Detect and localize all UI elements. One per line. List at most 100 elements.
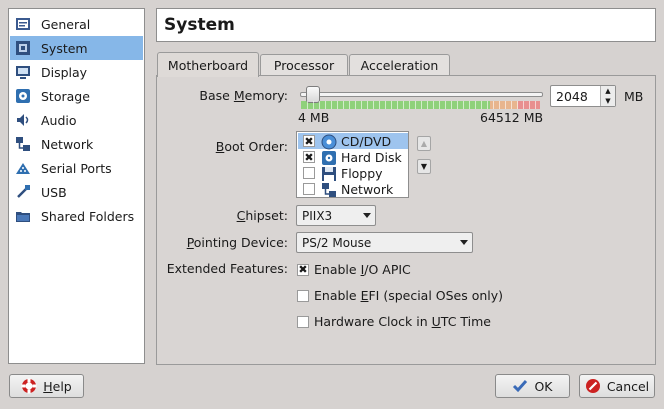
page-title: System xyxy=(156,8,656,42)
slider-tick xyxy=(481,101,482,109)
move-down-button[interactable]: ▼ xyxy=(417,159,431,174)
tab-motherboard[interactable]: Motherboard xyxy=(157,52,259,77)
memory-value: 2048 xyxy=(556,88,588,104)
pointing-device-value: PS/2 Mouse xyxy=(302,235,372,250)
tab-motherboard-label: Motherboard xyxy=(167,57,249,73)
boot-item-hard-disk[interactable]: ✖ Hard Disk xyxy=(298,149,408,165)
general-icon xyxy=(15,16,32,33)
memory-spinbox[interactable]: 2048 ▲ ▼ xyxy=(550,85,616,107)
help-lifebuoy-icon xyxy=(21,378,37,394)
memory-max-label: 64512 MB xyxy=(480,110,544,125)
utc-clock-checkbox[interactable]: Hardware Clock in UTC Time xyxy=(297,314,491,329)
memory-slider-track[interactable] xyxy=(300,92,543,97)
slider-tick xyxy=(325,101,326,109)
ok-button[interactable]: OK xyxy=(495,374,570,398)
boot-item-label: Network xyxy=(341,181,394,197)
slider-tick xyxy=(403,101,404,109)
chipset-select[interactable]: PIIX3 xyxy=(296,205,376,226)
chipset-label: Chipset: xyxy=(236,208,288,223)
cancel-label: Cancel xyxy=(606,378,650,394)
chevron-down-icon xyxy=(460,240,468,245)
slider-tick xyxy=(529,101,530,109)
pointing-device-select[interactable]: PS/2 Mouse xyxy=(296,232,473,253)
slider-tick xyxy=(313,101,314,109)
audio-speaker-icon xyxy=(15,112,32,129)
arrow-up-icon: ▲ xyxy=(420,139,428,148)
sidebar-item-label: USB xyxy=(41,184,67,200)
chipset-value: PIIX3 xyxy=(302,208,333,223)
tab-processor[interactable]: Processor xyxy=(260,54,348,76)
slider-tick xyxy=(523,101,524,109)
enable-efi-checkbox[interactable]: Enable EFI (special OSes only) xyxy=(297,288,503,303)
sidebar-item-shared-folders[interactable]: Shared Folders xyxy=(10,204,143,228)
sidebar-item-label: Network xyxy=(41,136,94,152)
slider-tick xyxy=(457,101,458,109)
checkmark-icon xyxy=(513,380,528,393)
memory-unit-label: MB xyxy=(624,89,644,104)
slider-tick xyxy=(499,101,500,109)
enable-io-apic-checkbox[interactable]: ✖ Enable I/O APIC xyxy=(297,262,411,277)
settings-sidebar: General System Display Storage Audio Network S… xyxy=(8,8,145,364)
boot-item-cd-dvd[interactable]: ✖ CD/DVD xyxy=(298,133,408,149)
sidebar-item-label: Shared Folders xyxy=(41,208,135,224)
sidebar-item-audio[interactable]: Audio xyxy=(10,108,143,132)
spin-up-icon[interactable]: ▲ xyxy=(601,86,615,96)
sidebar-item-storage[interactable]: Storage xyxy=(10,84,143,108)
slider-tick xyxy=(391,101,392,109)
page-title-text: System xyxy=(164,15,235,35)
slider-tick xyxy=(463,101,464,109)
slider-tick xyxy=(307,101,308,109)
memory-min-label: 4 MB xyxy=(298,110,330,125)
boot-item-floppy[interactable]: Floppy xyxy=(298,165,408,181)
tab-processor-label: Processor xyxy=(273,58,335,73)
display-monitor-icon xyxy=(15,64,32,81)
checkbox-box[interactable]: ✖ xyxy=(297,263,309,276)
shared-folder-icon xyxy=(15,208,32,225)
slider-tick xyxy=(355,101,356,109)
boot-item-checkbox[interactable]: ✖ xyxy=(303,135,315,147)
slider-tick xyxy=(343,101,344,109)
boot-item-checkbox[interactable]: ✖ xyxy=(303,151,315,163)
slider-tick xyxy=(361,101,362,109)
boot-item-checkbox[interactable] xyxy=(303,183,315,195)
sidebar-item-display[interactable]: Display xyxy=(10,60,143,84)
boot-item-network[interactable]: Network xyxy=(298,181,408,197)
slider-tick xyxy=(469,101,470,109)
slider-tick xyxy=(427,101,428,109)
storage-disk-icon xyxy=(15,88,32,105)
sidebar-item-network[interactable]: Network xyxy=(10,132,143,156)
slider-tick xyxy=(331,101,332,109)
cd-dvd-icon xyxy=(321,134,337,149)
sidebar-item-usb[interactable]: USB xyxy=(10,180,143,204)
sidebar-item-label: Storage xyxy=(41,88,90,104)
slider-tick xyxy=(433,101,434,109)
slider-tick xyxy=(451,101,452,109)
slider-tick xyxy=(367,101,368,109)
spin-arrows[interactable]: ▲ ▼ xyxy=(600,86,615,106)
checkbox-box[interactable] xyxy=(297,315,309,328)
help-button[interactable]: Help xyxy=(9,374,84,398)
usb-icon xyxy=(15,184,32,201)
move-up-button[interactable]: ▲ xyxy=(417,136,431,151)
pointing-device-label: Pointing Device: xyxy=(186,235,288,250)
boot-item-label: Hard Disk xyxy=(341,149,402,165)
help-label: Help xyxy=(43,378,72,394)
sidebar-item-label: Display xyxy=(41,64,88,80)
floppy-icon xyxy=(321,166,336,181)
boot-order-list[interactable]: ✖ CD/DVD ✖ Hard Disk Floppy Network xyxy=(296,131,409,198)
boot-item-checkbox[interactable] xyxy=(303,167,315,179)
checkbox-box[interactable] xyxy=(297,289,309,302)
slider-tick xyxy=(379,101,380,109)
tab-acceleration[interactable]: Acceleration xyxy=(349,54,450,76)
hard-disk-icon xyxy=(321,150,336,165)
sidebar-item-label: Audio xyxy=(41,112,77,128)
slider-tick xyxy=(535,101,536,109)
network-icon xyxy=(15,136,32,153)
cancel-button[interactable]: Cancel xyxy=(579,374,655,398)
sidebar-item-system[interactable]: System xyxy=(10,36,143,60)
sidebar-item-general[interactable]: General xyxy=(10,12,143,36)
spin-down-icon[interactable]: ▼ xyxy=(601,96,615,106)
extended-features-label: Extended Features: xyxy=(166,261,288,276)
sidebar-item-serial-ports[interactable]: Serial Ports xyxy=(10,156,143,180)
serial-port-icon xyxy=(15,160,32,177)
